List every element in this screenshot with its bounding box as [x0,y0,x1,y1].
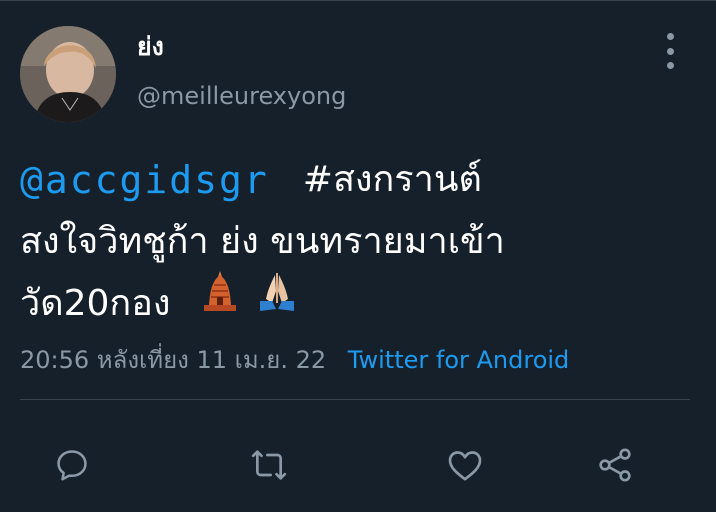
source-link[interactable]: Twitter for Android [348,346,569,374]
like-icon[interactable] [441,441,489,489]
hashtag-link[interactable]: #สงกรานต์ [303,149,482,211]
dot [666,62,674,69]
timestamp: 20:56 หลังเที่ยง 11 เม.ย. 22 [20,346,327,374]
tweet-text: @accgidsgr #สงกรานต์ สงใจวิทชูก้า ย่ง ขน… [20,149,680,337]
more-options-icon[interactable] [658,33,682,69]
folded-hands-icon [254,269,300,333]
display-name[interactable]: ย่ง [137,31,164,63]
tweet-line-2: สงใจวิทชูก้า ย่ง ขนทรายมาเข้า [20,221,505,262]
dot [666,47,674,55]
user-handle[interactable]: @meilleurexyong [137,81,346,111]
share-icon[interactable] [591,441,639,489]
temple-emoji-icon [200,269,240,333]
action-bar [0,441,716,491]
divider [20,399,690,400]
retweet-icon[interactable] [245,441,293,489]
avatar[interactable] [20,26,116,122]
tweet-line-3: วัด20กอง [20,283,171,324]
dot [666,33,674,40]
reply-icon[interactable] [48,441,96,489]
tweet-card: ย่ง @meilleurexyong @accgidsgr #สงกรานต์… [0,0,716,512]
tweet-meta: 20:56 หลังเที่ยง 11 เม.ย. 22 Twitter for… [20,344,569,376]
mention-link[interactable]: @accgidsgr [20,149,269,211]
